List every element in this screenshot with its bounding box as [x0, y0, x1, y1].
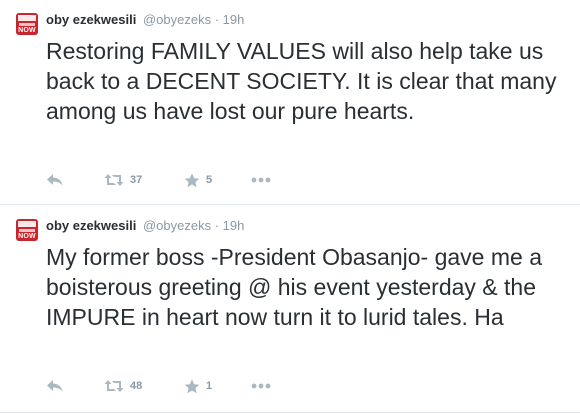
- more-button[interactable]: [251, 376, 271, 396]
- favorite-button[interactable]: 5: [184, 170, 212, 190]
- header-separator: ·: [214, 12, 220, 27]
- tweet-timestamp[interactable]: 19h: [223, 12, 245, 27]
- avatar-logo-bar: [18, 221, 36, 227]
- retweet-button[interactable]: 37: [104, 170, 142, 190]
- retweet-icon: [104, 174, 124, 186]
- tweet-text: Restoring FAMILY VALUES will also help t…: [46, 38, 557, 124]
- avatar-logo-bar: [19, 23, 35, 26]
- reply-icon: [47, 174, 63, 186]
- author-username[interactable]: @obyezeks: [143, 12, 211, 27]
- author-fullname[interactable]: oby ezekwesili: [46, 218, 136, 233]
- tweet-timestamp[interactable]: 19h: [223, 218, 245, 233]
- tweet-header: oby ezekwesili @obyezeks · 19h: [46, 218, 244, 234]
- star-icon: [184, 379, 200, 393]
- tweet-text: My former boss -President Obasanjo- gave…: [46, 244, 542, 330]
- retweet-count: 48: [130, 380, 143, 392]
- more-button[interactable]: [251, 170, 271, 190]
- tweet[interactable]: NOW oby ezekwesili @obyezeks · 19h My fo…: [0, 206, 580, 413]
- avatar[interactable]: NOW: [16, 219, 38, 241]
- tweet-feed: NOW oby ezekwesili @obyezeks · 19h Resto…: [0, 0, 580, 413]
- tweet[interactable]: NOW oby ezekwesili @obyezeks · 19h Resto…: [0, 0, 580, 205]
- avatar-logo-bar: [19, 229, 35, 232]
- more-icon: [251, 177, 271, 183]
- header-separator: ·: [214, 218, 220, 233]
- avatar-logo-bar: [18, 15, 36, 21]
- author-fullname[interactable]: oby ezekwesili: [46, 12, 136, 27]
- author-username[interactable]: @obyezeks: [143, 218, 211, 233]
- star-icon: [184, 173, 200, 187]
- avatar-logo-text: NOW: [18, 27, 36, 34]
- favorite-button[interactable]: 1: [184, 376, 212, 396]
- more-icon: [251, 383, 271, 389]
- retweet-icon: [104, 380, 124, 392]
- avatar-logo-text: NOW: [18, 233, 36, 240]
- tweet-actions: 48 1: [46, 376, 346, 396]
- favorite-count: 1: [206, 380, 213, 392]
- tweet-actions: 37 5: [46, 170, 346, 190]
- avatar[interactable]: NOW: [16, 13, 38, 35]
- reply-button[interactable]: [46, 376, 64, 396]
- retweet-button[interactable]: 48: [104, 376, 142, 396]
- reply-icon: [47, 380, 63, 392]
- favorite-count: 5: [206, 174, 213, 186]
- reply-button[interactable]: [46, 170, 64, 190]
- tweet-header: oby ezekwesili @obyezeks · 19h: [46, 12, 244, 28]
- retweet-count: 37: [130, 174, 143, 186]
